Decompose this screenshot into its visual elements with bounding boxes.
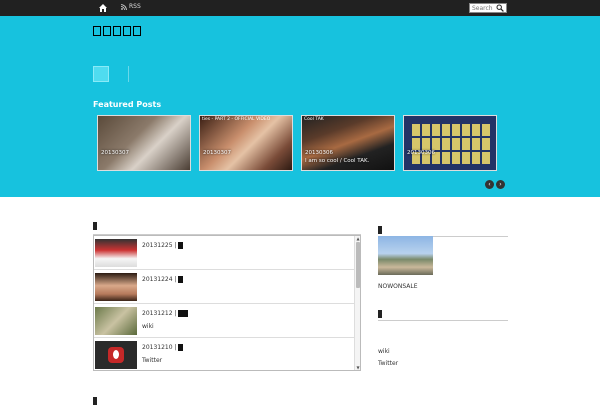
list-item[interactable]: 20131224 |: [94, 270, 354, 304]
redacted-text: [178, 310, 189, 317]
site-title-glyph: [93, 26, 101, 36]
post-date: 20131225 |: [142, 242, 184, 249]
list-item[interactable]: 20131210 | Twitter: [94, 338, 354, 370]
post-date: 20131210 |: [142, 344, 184, 351]
featured-post-date: 20130306: [305, 150, 333, 156]
bookmark-icon: [378, 226, 382, 234]
search-box[interactable]: [469, 3, 507, 13]
thumbnail-grid-image: [412, 124, 490, 164]
rss-icon: [121, 3, 127, 10]
search-input[interactable]: [470, 4, 496, 12]
post-thumbnail[interactable]: [95, 307, 137, 335]
post-category[interactable]: Twitter: [142, 357, 162, 364]
home-icon[interactable]: [98, 3, 108, 13]
list-item[interactable]: 20131225 |: [94, 236, 354, 270]
post-thumbnail[interactable]: [95, 239, 137, 267]
featured-post-card[interactable]: 20130306: [403, 115, 497, 171]
post-thumbnail[interactable]: [95, 273, 137, 301]
rss-link[interactable]: RSS: [121, 3, 141, 10]
featured-posts-heading: Featured Posts: [93, 100, 162, 109]
featured-post-card[interactable]: 20130307: [97, 115, 191, 171]
redacted-text: [178, 344, 184, 351]
site-title-glyph: [133, 26, 141, 36]
featured-post-date: 20130306: [407, 150, 435, 156]
site-title-glyph: [113, 26, 121, 36]
search-icon[interactable]: [496, 4, 504, 12]
site-title[interactable]: [93, 26, 141, 36]
list-item[interactable]: 20131212 | wiki: [94, 304, 354, 338]
featured-post-card[interactable]: ties - PART 2 - OFFICIAL VIDEO 20130307: [199, 115, 293, 171]
post-date: 20131212 |: [142, 310, 189, 317]
logo-divider: [128, 66, 129, 82]
featured-post-card[interactable]: Cool TAK 20130306 I am so cool / Cool TA…: [301, 115, 395, 171]
bookmark-icon: [378, 310, 382, 318]
bookmark-icon: [93, 397, 97, 405]
sidebar-link-twitter[interactable]: Twitter: [378, 360, 398, 367]
featured-post-caption: I am so cool / Cool TAK.: [305, 158, 370, 164]
rss-label: RSS: [129, 3, 141, 10]
castle-image[interactable]: [378, 236, 433, 275]
redacted-text: [178, 276, 184, 283]
sidebar-caption[interactable]: NOWONSALE: [378, 283, 418, 290]
scroll-up-icon[interactable]: ▲: [356, 236, 360, 241]
top-navigation-bar: RSS: [0, 0, 600, 16]
featured-post-date: 20130307: [101, 150, 129, 156]
redacted-text: [178, 242, 184, 249]
post-date: 20131224 |: [142, 276, 184, 283]
site-title-glyph: [103, 26, 111, 36]
sidebar-link-wiki[interactable]: wiki: [378, 348, 390, 355]
featured-post-video-title: ties - PART 2 - OFFICIAL VIDEO: [202, 117, 271, 122]
featured-posts-carousel: 20130307 ties - PART 2 - OFFICIAL VIDEO …: [97, 115, 497, 171]
prev-arrow-icon[interactable]: ‹: [485, 180, 494, 189]
twitter-egg-icon: [108, 347, 124, 363]
post-thumbnail[interactable]: [95, 341, 137, 369]
logo-square: [93, 66, 109, 82]
post-list[interactable]: 20131225 | 20131224 | 20131212 | wiki 20…: [93, 235, 361, 371]
hero-section: Featured Posts 20130307 ties - PART 2 - …: [0, 16, 600, 197]
site-title-glyph: [123, 26, 131, 36]
post-category[interactable]: wiki: [142, 323, 154, 330]
scroll-down-icon[interactable]: ▼: [356, 365, 360, 370]
section-divider: [378, 320, 508, 321]
featured-post-video-title: Cool TAK: [304, 117, 324, 122]
scrollbar-thumb[interactable]: [356, 242, 360, 288]
bookmark-icon: [93, 222, 97, 230]
next-arrow-icon[interactable]: ›: [496, 180, 505, 189]
list-scrollbar[interactable]: ▲ ▼: [354, 236, 360, 370]
carousel-controls: ‹ ›: [485, 180, 505, 189]
featured-post-date: 20130307: [203, 150, 231, 156]
